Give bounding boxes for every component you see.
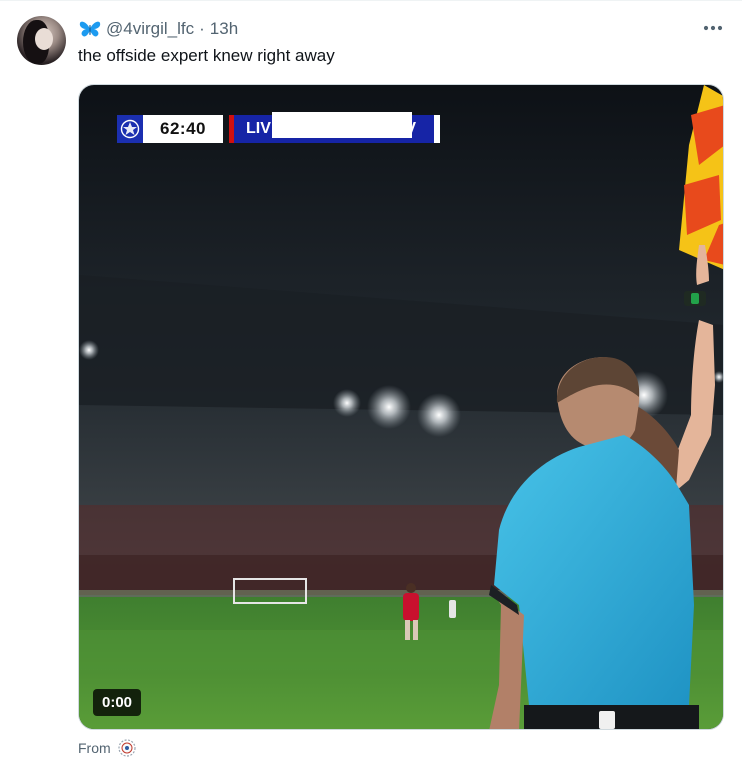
teams-bar: LIV V	[234, 112, 434, 143]
separator: ·	[199, 19, 205, 38]
video-duration: 0:00	[93, 689, 142, 716]
more-button[interactable]	[700, 18, 726, 38]
tweet-header: @4virgil_lfc · 13h	[78, 17, 238, 41]
butterfly-icon[interactable]	[78, 18, 102, 40]
match-clock: 62:40	[143, 115, 223, 143]
user-handle[interactable]: @4virgil_lfc	[106, 19, 194, 39]
from-label: From	[78, 740, 111, 756]
from-row: From	[78, 738, 137, 758]
tweet-text: the offside expert knew right away	[78, 46, 335, 65]
divider	[0, 0, 742, 1]
scoreboard: 62:40 LIV V	[117, 112, 440, 143]
home-team: LIV	[246, 120, 271, 137]
timestamp[interactable]: 13h	[210, 19, 238, 39]
video-player[interactable]: 62:40 LIV V 0:00	[78, 84, 724, 730]
avatar[interactable]	[17, 16, 66, 65]
tweet[interactable]: @4virgil_lfc · 13h the offside expert kn…	[0, 0, 742, 773]
redaction-box	[272, 112, 412, 138]
scoreboard-end	[434, 115, 440, 143]
video-frame	[79, 85, 723, 729]
avatar-face	[35, 28, 53, 50]
ucl-logo-icon	[117, 115, 143, 143]
badge-icon[interactable]	[117, 738, 137, 758]
more-icon	[703, 25, 723, 31]
